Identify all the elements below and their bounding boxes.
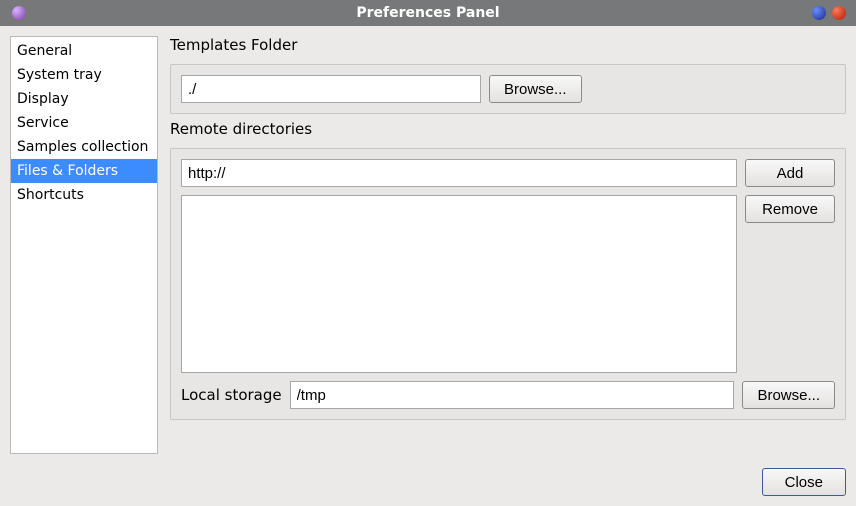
templates-browse-button[interactable]: Browse... bbox=[489, 75, 582, 103]
local-storage-label: Local storage bbox=[181, 386, 282, 404]
titlebar: Preferences Panel bbox=[0, 0, 856, 26]
add-button[interactable]: Add bbox=[745, 159, 835, 187]
minimize-icon[interactable] bbox=[812, 6, 826, 20]
close-window-icon[interactable] bbox=[832, 6, 846, 20]
sidebar-item-files-folders[interactable]: Files & Folders bbox=[11, 159, 157, 183]
sidebar-item-service[interactable]: Service bbox=[11, 111, 157, 135]
sidebar-item-system-tray[interactable]: System tray bbox=[11, 63, 157, 87]
sidebar-item-general[interactable]: General bbox=[11, 39, 157, 63]
remote-url-input[interactable] bbox=[181, 159, 737, 187]
content-pane: Templates Folder Browse... Remote direct… bbox=[170, 36, 846, 458]
app-icon bbox=[12, 6, 26, 20]
sidebar-item-label: Service bbox=[17, 115, 69, 131]
remote-directories-label: Remote directories bbox=[170, 120, 846, 138]
remove-button[interactable]: Remove bbox=[745, 195, 835, 223]
sidebar-item-label: General bbox=[17, 43, 72, 59]
templates-folder-label: Templates Folder bbox=[170, 36, 846, 54]
sidebar-item-label: Shortcuts bbox=[17, 187, 84, 203]
window-title: Preferences Panel bbox=[0, 5, 856, 21]
remote-directories-panel: Add Remove Local storage Browse... bbox=[170, 148, 846, 420]
sidebar-item-label: Files & Folders bbox=[17, 163, 118, 179]
sidebar-item-label: Samples collection bbox=[17, 139, 148, 155]
templates-folder-panel: Browse... bbox=[170, 64, 846, 114]
sidebar-item-shortcuts[interactable]: Shortcuts bbox=[11, 183, 157, 207]
sidebar-item-display[interactable]: Display bbox=[11, 87, 157, 111]
local-browse-button[interactable]: Browse... bbox=[742, 381, 835, 409]
templates-path-input[interactable] bbox=[181, 75, 481, 103]
close-button[interactable]: Close bbox=[762, 468, 846, 496]
local-storage-input[interactable] bbox=[290, 381, 735, 409]
sidebar-item-label: System tray bbox=[17, 67, 102, 83]
footer: Close bbox=[10, 458, 846, 496]
sidebar-item-samples-collection[interactable]: Samples collection bbox=[11, 135, 157, 159]
sidebar: General System tray Display Service Samp… bbox=[10, 36, 158, 454]
sidebar-item-label: Display bbox=[17, 91, 69, 107]
remote-directories-list[interactable] bbox=[181, 195, 737, 373]
